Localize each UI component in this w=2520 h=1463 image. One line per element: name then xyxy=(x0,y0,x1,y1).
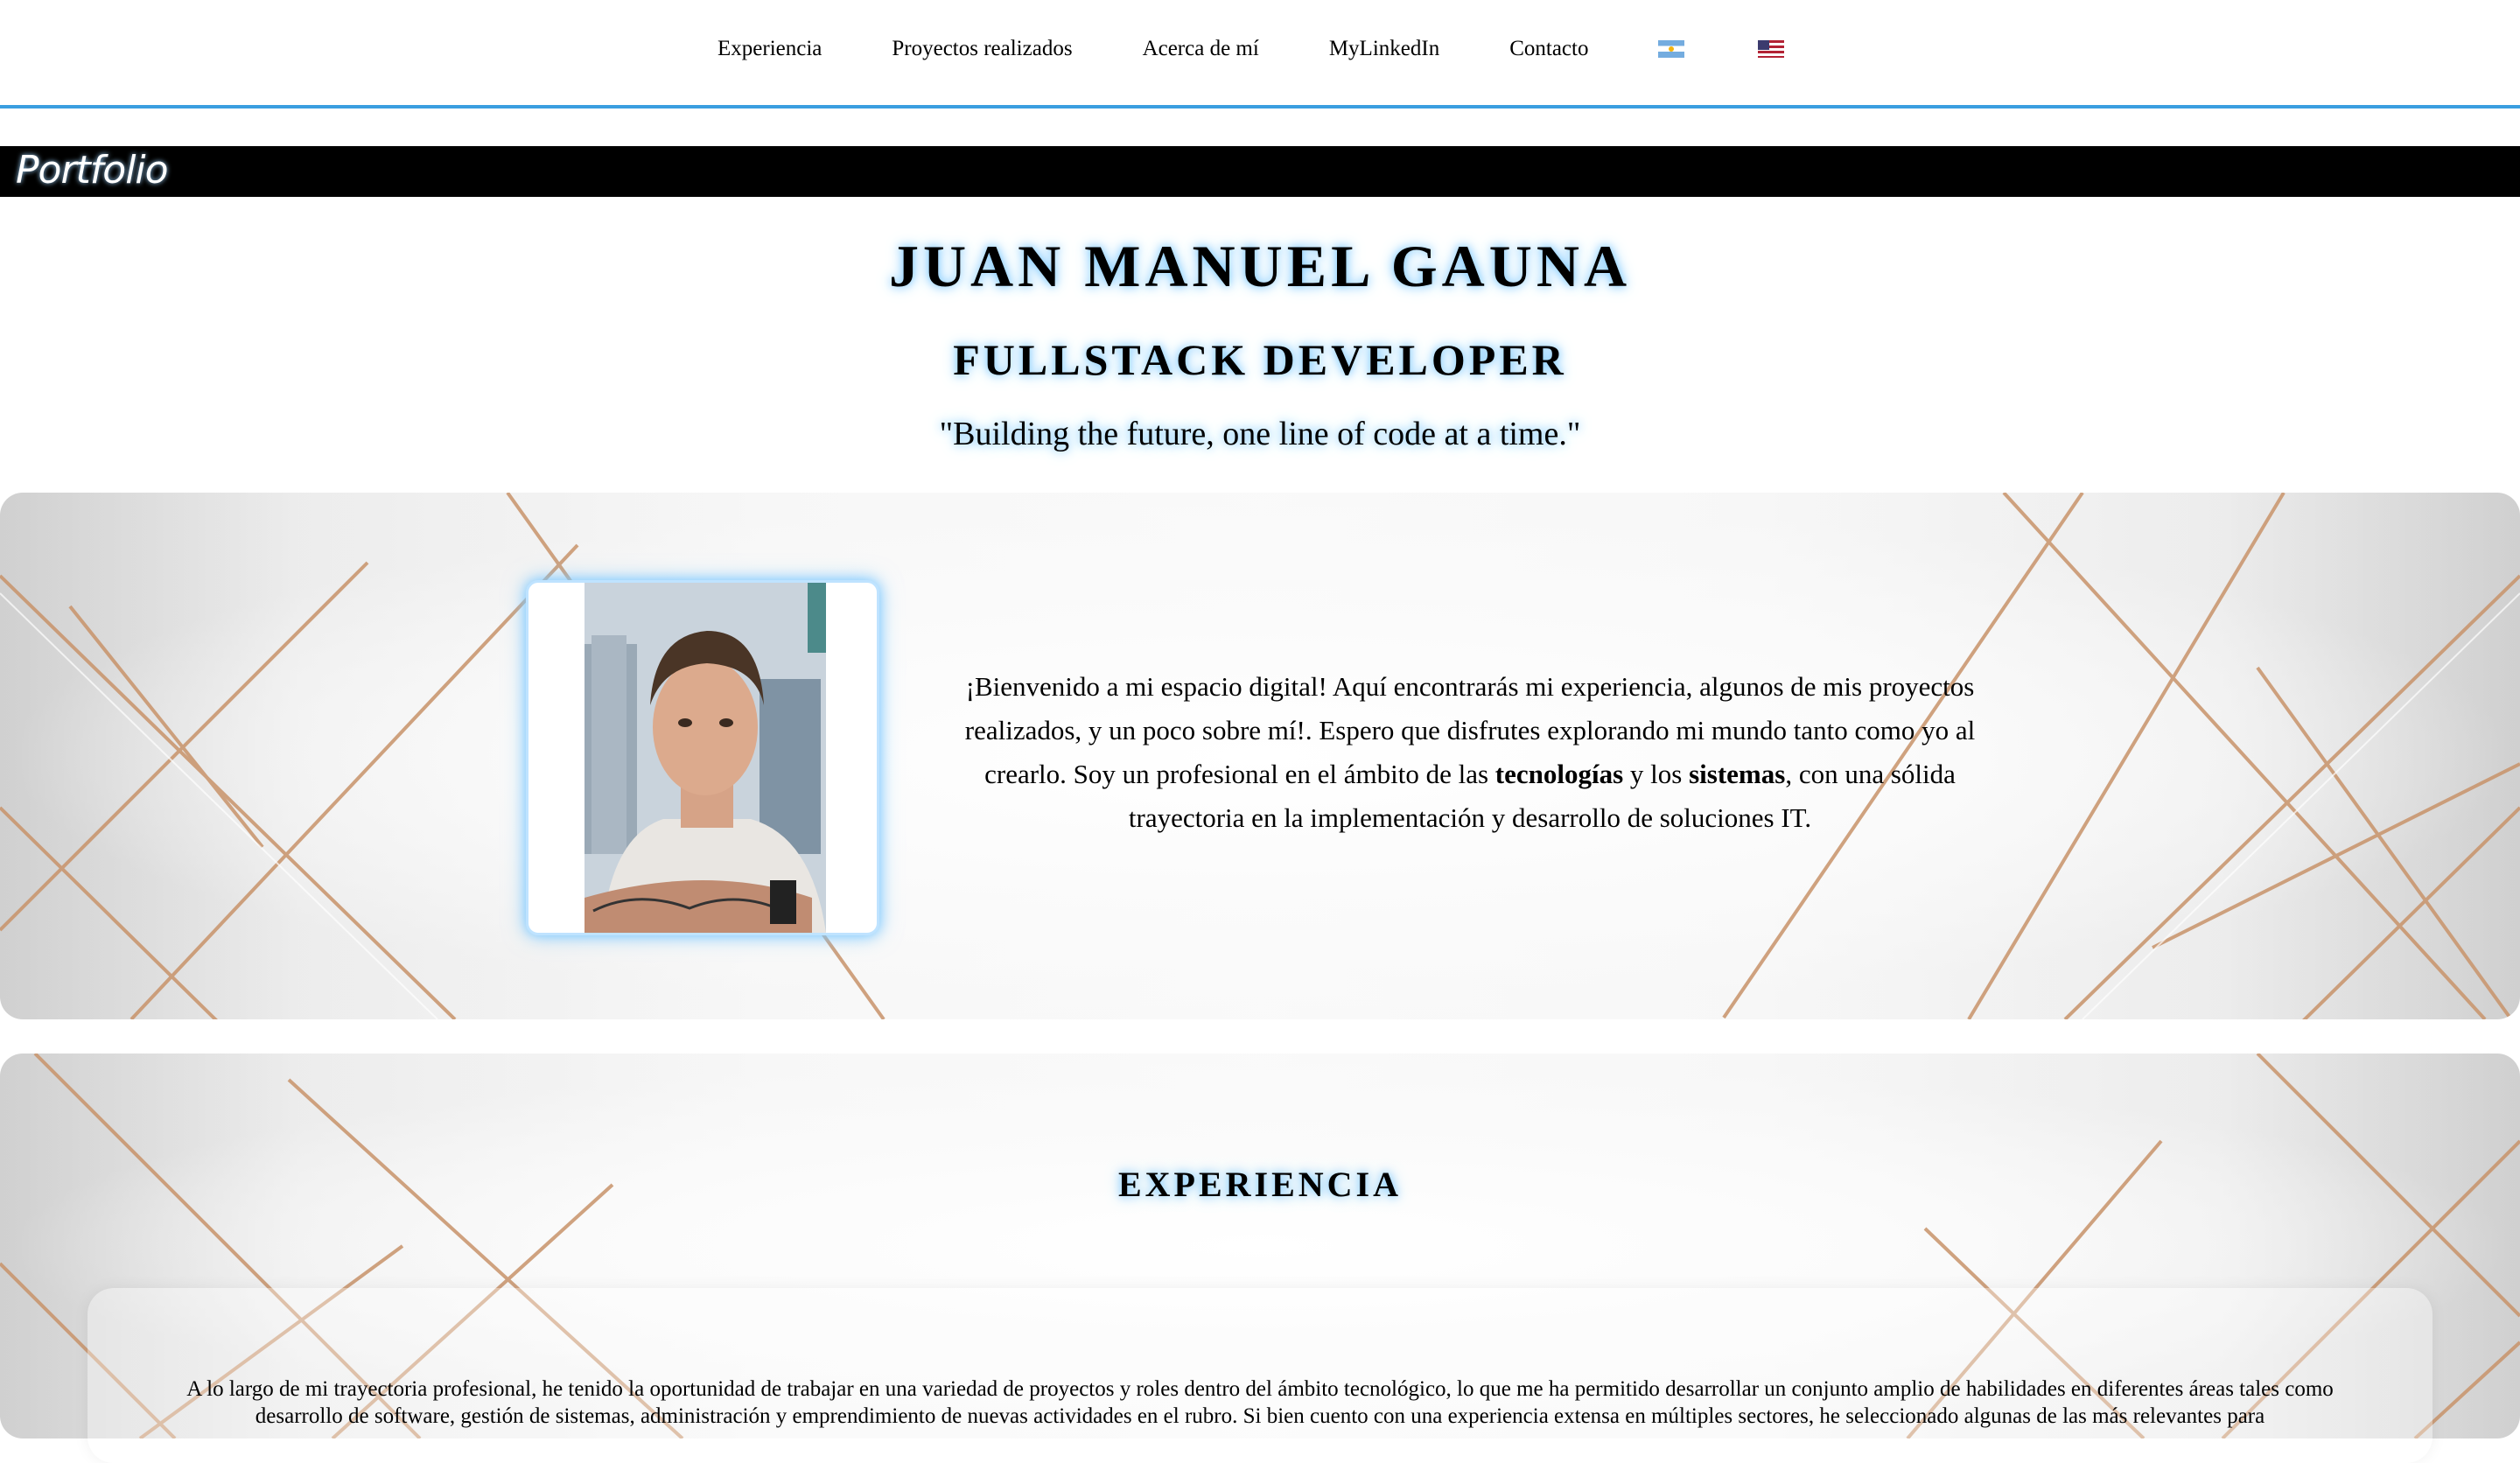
flag-argentina-icon[interactable] xyxy=(1658,40,1685,58)
about-intro-mid: y los xyxy=(1623,759,1690,789)
nav-link-contacto[interactable]: Contacto xyxy=(1509,37,1588,61)
experience-title: EXPERIENCIA xyxy=(1117,1165,1403,1204)
nav-link-proyectos[interactable]: Proyectos realizados xyxy=(892,37,1072,61)
hero-role: FULLSTACK DEVELOPER xyxy=(953,335,1567,384)
brand-logo[interactable]: Portfolio xyxy=(16,148,169,192)
keyword-sistemas: sistemas xyxy=(1689,759,1786,789)
profile-photo xyxy=(526,580,879,935)
experience-text: A lo largo de mi trayectoria profesional… xyxy=(186,1377,2334,1428)
brand-bar: Portfolio xyxy=(0,146,2520,197)
top-nav: Experiencia Proyectos realizados Acerca … xyxy=(0,0,2520,108)
nav-menu: Experiencia Proyectos realizados Acerca … xyxy=(718,32,1858,66)
about-intro: ¡Bienvenido a mi espacio digital! Aquí e… xyxy=(936,665,2004,840)
nav-link-linkedin[interactable]: MyLinkedIn xyxy=(1329,37,1439,61)
hero-name: JUAN MANUEL GAUNA xyxy=(888,233,1632,299)
keyword-tecnologias: tecnologías xyxy=(1494,759,1624,789)
hero-quote: "Building the future, one line of code a… xyxy=(939,416,1581,452)
flag-usa-icon[interactable] xyxy=(1758,40,1785,58)
nav-link-experiencia[interactable]: Experiencia xyxy=(718,37,822,61)
avatar xyxy=(584,583,826,933)
nav-link-acerca[interactable]: Acerca de mí xyxy=(1143,37,1259,61)
